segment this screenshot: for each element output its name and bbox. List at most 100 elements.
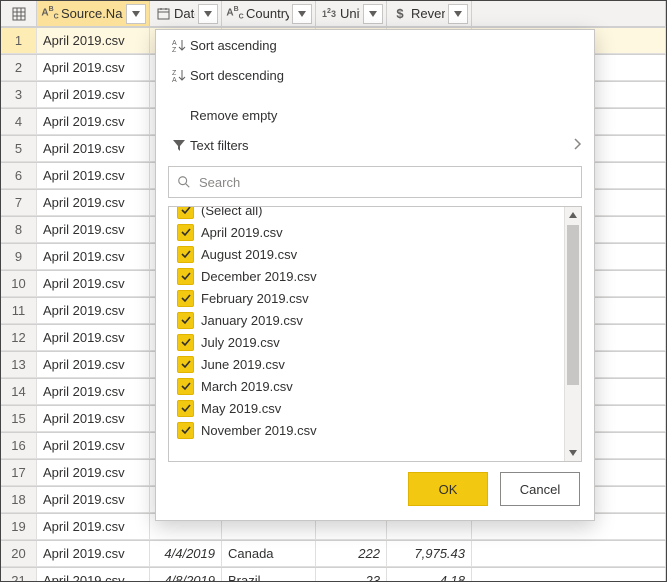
ok-button[interactable]: OK — [408, 472, 488, 506]
table-row[interactable]: 21April 2019.csv4/8/2019Brazil234.18 — [1, 568, 666, 582]
column-header-country[interactable]: ABC Country — [222, 1, 316, 27]
row-index[interactable]: 7 — [1, 190, 37, 216]
filter-value-item[interactable]: February 2019.csv — [175, 287, 558, 309]
filter-value-item[interactable]: January 2019.csv — [175, 309, 558, 331]
checkbox-icon[interactable] — [177, 378, 194, 395]
cell-source[interactable]: April 2019.csv — [37, 28, 150, 54]
cell-source[interactable]: April 2019.csv — [37, 352, 150, 378]
cell-revenue[interactable]: 7,975.43 — [387, 541, 472, 567]
cell-units[interactable]: 23 — [316, 568, 387, 582]
cell-source[interactable]: April 2019.csv — [37, 298, 150, 324]
search-placeholder: Search — [199, 175, 240, 190]
cell-source[interactable]: April 2019.csv — [37, 406, 150, 432]
cell-country[interactable]: Canada — [222, 541, 316, 567]
remove-empty-item[interactable]: Remove empty — [156, 100, 594, 130]
cell-source[interactable]: April 2019.csv — [37, 136, 150, 162]
filter-dropdown-button[interactable] — [198, 4, 218, 24]
filter-value-item[interactable]: July 2019.csv — [175, 331, 558, 353]
cell-source[interactable]: April 2019.csv — [37, 514, 150, 540]
sort-ascending-item[interactable]: AZ Sort ascending — [156, 30, 594, 60]
filter-value-item[interactable]: June 2019.csv — [175, 353, 558, 375]
table-row[interactable]: 20April 2019.csv4/4/2019Canada2227,975.4… — [1, 541, 666, 568]
cell-source[interactable]: April 2019.csv — [37, 433, 150, 459]
row-index[interactable]: 15 — [1, 406, 37, 432]
cell-source[interactable]: April 2019.csv — [37, 541, 150, 567]
cell-source[interactable]: April 2019.csv — [37, 325, 150, 351]
row-index[interactable]: 4 — [1, 109, 37, 135]
filter-dropdown-button[interactable] — [363, 4, 383, 24]
row-index[interactable]: 17 — [1, 460, 37, 486]
row-index[interactable]: 21 — [1, 568, 37, 582]
cell-source[interactable]: April 2019.csv — [37, 190, 150, 216]
row-index[interactable]: 13 — [1, 352, 37, 378]
scroll-down-icon[interactable] — [565, 445, 581, 461]
cell-source[interactable]: April 2019.csv — [37, 217, 150, 243]
cell-source[interactable]: April 2019.csv — [37, 109, 150, 135]
checkbox-icon[interactable] — [177, 268, 194, 285]
checkbox-icon[interactable] — [177, 224, 194, 241]
row-index[interactable]: 20 — [1, 541, 37, 567]
column-label: Date — [174, 6, 195, 21]
cell-source[interactable]: April 2019.csv — [37, 244, 150, 270]
checkbox-icon[interactable] — [177, 246, 194, 263]
row-index[interactable]: 16 — [1, 433, 37, 459]
filter-search-input[interactable]: Search — [168, 166, 582, 198]
cell-country[interactable]: Brazil — [222, 568, 316, 582]
column-header-revenue[interactable]: $ Revenue — [387, 1, 472, 27]
filter-value-item[interactable]: (Select all) — [175, 207, 558, 221]
cell-spacer[interactable] — [472, 568, 666, 582]
cell-source[interactable]: April 2019.csv — [37, 55, 150, 81]
cell-source[interactable]: April 2019.csv — [37, 271, 150, 297]
scroll-up-icon[interactable] — [565, 207, 581, 223]
sort-descending-item[interactable]: ZA Sort descending — [156, 60, 594, 90]
cell-date[interactable]: 4/8/2019 — [150, 568, 222, 582]
cell-source[interactable]: April 2019.csv — [37, 568, 150, 582]
filter-dropdown-button[interactable] — [292, 4, 312, 24]
row-index[interactable]: 10 — [1, 271, 37, 297]
checkbox-icon[interactable] — [177, 312, 194, 329]
column-header-source[interactable]: ABC Source.Name — [37, 1, 150, 27]
filter-value-item[interactable]: March 2019.csv — [175, 375, 558, 397]
checkbox-icon[interactable] — [177, 334, 194, 351]
row-index[interactable]: 3 — [1, 82, 37, 108]
cell-source[interactable]: April 2019.csv — [37, 163, 150, 189]
scrollbar-thumb[interactable] — [567, 225, 579, 385]
text-filters-item[interactable]: Text filters — [156, 130, 594, 160]
row-index[interactable]: 8 — [1, 217, 37, 243]
checkbox-icon[interactable] — [177, 422, 194, 439]
table-corner[interactable] — [1, 1, 37, 27]
checkbox-icon[interactable] — [177, 400, 194, 417]
column-header-date[interactable]: Date — [150, 1, 222, 27]
filter-dropdown-button[interactable] — [448, 4, 468, 24]
scrollbar[interactable] — [564, 207, 581, 461]
filter-value-item[interactable]: August 2019.csv — [175, 243, 558, 265]
cancel-button[interactable]: Cancel — [500, 472, 580, 506]
filter-value-item[interactable]: December 2019.csv — [175, 265, 558, 287]
cell-units[interactable]: 222 — [316, 541, 387, 567]
row-index[interactable]: 9 — [1, 244, 37, 270]
row-index[interactable]: 11 — [1, 298, 37, 324]
cell-source[interactable]: April 2019.csv — [37, 379, 150, 405]
cell-source[interactable]: April 2019.csv — [37, 487, 150, 513]
checkbox-icon[interactable] — [177, 290, 194, 307]
cell-revenue[interactable]: 4.18 — [387, 568, 472, 582]
filter-value-item[interactable]: April 2019.csv — [175, 221, 558, 243]
filter-value-item[interactable]: November 2019.csv — [175, 419, 558, 441]
filter-dropdown-button[interactable] — [126, 4, 146, 24]
cell-source[interactable]: April 2019.csv — [37, 460, 150, 486]
row-index[interactable]: 6 — [1, 163, 37, 189]
row-index[interactable]: 2 — [1, 55, 37, 81]
filter-value-item[interactable]: May 2019.csv — [175, 397, 558, 419]
checkbox-icon[interactable] — [177, 356, 194, 373]
row-index[interactable]: 18 — [1, 487, 37, 513]
row-index[interactable]: 19 — [1, 514, 37, 540]
cell-spacer[interactable] — [472, 541, 666, 567]
row-index[interactable]: 14 — [1, 379, 37, 405]
row-index[interactable]: 1 — [1, 28, 37, 54]
column-header-units[interactable]: 123 Units — [316, 1, 387, 27]
cell-source[interactable]: April 2019.csv — [37, 82, 150, 108]
row-index[interactable]: 5 — [1, 136, 37, 162]
checkbox-icon[interactable] — [177, 207, 194, 219]
cell-date[interactable]: 4/4/2019 — [150, 541, 222, 567]
row-index[interactable]: 12 — [1, 325, 37, 351]
